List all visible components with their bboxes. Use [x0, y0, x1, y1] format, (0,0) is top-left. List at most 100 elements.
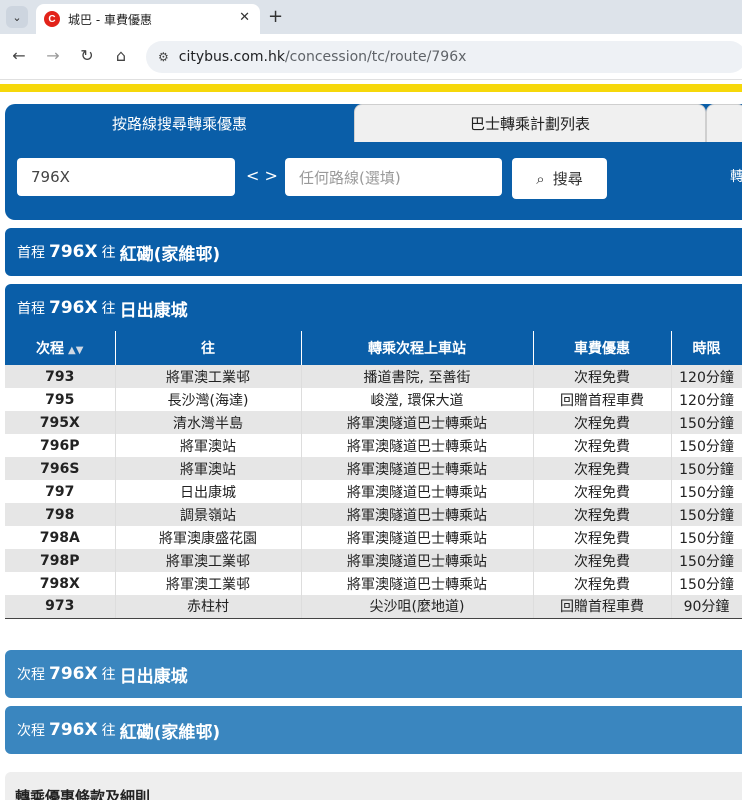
- cell-boarding-stop: 峻瀅, 環保大道: [301, 388, 534, 411]
- section-header-second-leg-hung-hom[interactable]: 次程 796X 往 紅磡(家維邨): [5, 706, 742, 754]
- column-header-to: 往: [115, 331, 302, 365]
- url-text: citybus.com.hk/concession/tc/route/796x: [178, 49, 467, 65]
- browser-toolbar: ← → ↻ ⌂ ⚙ citybus.com.hk/concession/tc/r…: [0, 34, 742, 80]
- cell-destination: 將軍澳站: [115, 457, 302, 480]
- column-header-second-leg[interactable]: 次程 ▲▼: [5, 331, 116, 365]
- cell-route[interactable]: 795X: [5, 411, 116, 434]
- cell-route[interactable]: 796P: [5, 434, 116, 457]
- table-row: 798 調景嶺站 將軍澳隧道巴士轉乘站 次程免費 150分鐘: [5, 503, 742, 526]
- cell-fare-concession: 次程免費: [533, 549, 672, 572]
- browser-tab[interactable]: C 城巴 - 車費優惠 ✕: [36, 4, 260, 34]
- cell-boarding-stop: 將軍澳隧道巴士轉乘站: [301, 480, 534, 503]
- cell-boarding-stop: 尖沙咀(麼地道): [301, 595, 534, 619]
- cell-fare-concession: 回贈首程車費: [533, 388, 672, 411]
- cell-boarding-stop: 播道書院, 至善街: [301, 365, 534, 388]
- reload-icon[interactable]: ↻: [76, 46, 98, 65]
- cell-destination: 將軍澳工業邨: [115, 549, 302, 572]
- cell-fare-concession: 次程免費: [533, 503, 672, 526]
- cell-route[interactable]: 793: [5, 365, 116, 388]
- cell-route[interactable]: 973: [5, 595, 116, 619]
- cell-fare-concession: 次程免費: [533, 434, 672, 457]
- section-header-first-leg-hung-hom[interactable]: 首程 796X 往 紅磡(家維邨): [5, 228, 742, 276]
- tab-search-icon[interactable]: ⌄: [6, 6, 28, 28]
- column-header-time-limit: 時限: [671, 331, 742, 365]
- cell-time-limit: 120分鐘: [671, 388, 742, 411]
- table-row: 795X 清水灣半島 將軍澳隧道巴士轉乘站 次程免費 150分鐘: [5, 411, 742, 434]
- cell-boarding-stop: 將軍澳隧道巴士轉乘站: [301, 549, 534, 572]
- close-icon[interactable]: ✕: [239, 10, 250, 25]
- cell-fare-concession: 次程免費: [533, 526, 672, 549]
- cell-boarding-stop: 將軍澳隧道巴士轉乘站: [301, 457, 534, 480]
- cell-destination: 清水灣半島: [115, 411, 302, 434]
- tab-search-by-route[interactable]: 按路線搜尋轉乘優惠: [5, 104, 354, 142]
- cell-boarding-stop: 將軍澳隧道巴士轉乘站: [301, 572, 534, 595]
- forward-arrow-icon[interactable]: →: [42, 46, 64, 65]
- cell-fare-concession: 次程免費: [533, 457, 672, 480]
- cell-time-limit: 150分鐘: [671, 411, 742, 434]
- cell-destination: 將軍澳工業邨: [115, 365, 302, 388]
- cell-route[interactable]: 797: [5, 480, 116, 503]
- cell-destination: 日出康城: [115, 480, 302, 503]
- cell-route[interactable]: 795: [5, 388, 116, 411]
- column-header-boarding-stop: 轉乘次程上車站: [301, 331, 534, 365]
- table-header-row: 次程 ▲▼ 往 轉乘次程上車站 車費優惠 時限: [5, 331, 742, 365]
- cell-time-limit: 150分鐘: [671, 503, 742, 526]
- cell-boarding-stop: 將軍澳隧道巴士轉乘站: [301, 503, 534, 526]
- cell-fare-concession: 次程免費: [533, 365, 672, 388]
- new-tab-icon[interactable]: +: [268, 6, 283, 27]
- table-row: 793 將軍澳工業邨 播道書院, 至善街 次程免費 120分鐘: [5, 365, 742, 388]
- tab-scheme-list[interactable]: 巴士轉乘計劃列表: [354, 104, 706, 142]
- route-input[interactable]: 796X: [17, 158, 235, 196]
- citybus-favicon-icon: C: [44, 11, 60, 27]
- table-row: 796P 將軍澳站 將軍澳隧道巴士轉乘站 次程免費 150分鐘: [5, 434, 742, 457]
- table-row: 796S 將軍澳站 將軍澳隧道巴士轉乘站 次程免費 150分鐘: [5, 457, 742, 480]
- tab-more[interactable]: [706, 104, 742, 142]
- cell-route[interactable]: 798X: [5, 572, 116, 595]
- search-button[interactable]: ⌕ 搜尋: [512, 158, 607, 199]
- panel-cut-label: 轉: [730, 169, 742, 185]
- cell-time-limit: 150分鐘: [671, 549, 742, 572]
- cell-destination: 長沙灣(海達): [115, 388, 302, 411]
- cell-boarding-stop: 將軍澳隧道巴士轉乘站: [301, 526, 534, 549]
- site-info-icon[interactable]: ⚙: [158, 50, 169, 64]
- cell-destination: 赤柱村: [115, 595, 302, 619]
- cell-fare-concession: 次程免費: [533, 572, 672, 595]
- cell-route[interactable]: 798: [5, 503, 116, 526]
- home-icon[interactable]: ⌂: [110, 46, 132, 65]
- cell-boarding-stop: 將軍澳隧道巴士轉乘站: [301, 434, 534, 457]
- column-header-fare-concession: 車費優惠: [533, 331, 672, 365]
- sort-icon[interactable]: ▲▼: [68, 345, 83, 356]
- back-arrow-icon[interactable]: ←: [8, 46, 30, 65]
- cell-destination: 將軍澳工業邨: [115, 572, 302, 595]
- cell-time-limit: 90分鐘: [671, 595, 742, 619]
- transfer-table: 次程 ▲▼ 往 轉乘次程上車站 車費優惠 時限 793 將軍澳工業邨 播道書院, 至善…: [5, 331, 742, 619]
- cell-boarding-stop: 將軍澳隧道巴士轉乘站: [301, 411, 534, 434]
- search-button-label: 搜尋: [552, 170, 583, 188]
- cell-route[interactable]: 798A: [5, 526, 116, 549]
- cell-destination: 調景嶺站: [115, 503, 302, 526]
- table-row: 795 長沙灣(海達) 峻瀅, 環保大道 回贈首程車費 120分鐘: [5, 388, 742, 411]
- section-header-second-leg-lohas-park[interactable]: 次程 796X 往 日出康城: [5, 650, 742, 698]
- cell-route[interactable]: 796S: [5, 457, 116, 480]
- cell-time-limit: 150分鐘: [671, 434, 742, 457]
- second-route-input[interactable]: 任何路線(選填): [285, 158, 502, 196]
- cell-time-limit: 150分鐘: [671, 457, 742, 480]
- brand-accent-bar: [0, 84, 742, 92]
- table-row: 973 赤柱村 尖沙咀(麼地道) 回贈首程車費 90分鐘: [5, 595, 742, 619]
- cell-fare-concession: 次程免費: [533, 411, 672, 434]
- table-row: 798A 將軍澳康盛花園 將軍澳隧道巴士轉乘站 次程免費 150分鐘: [5, 526, 742, 549]
- cell-time-limit: 150分鐘: [671, 572, 742, 595]
- swap-routes-icon[interactable]: < >: [246, 166, 278, 185]
- cell-fare-concession: 回贈首程車費: [533, 595, 672, 619]
- section-header-first-leg-lohas-park[interactable]: 首程 796X 往 日出康城: [17, 284, 188, 332]
- cell-destination: 將軍澳康盛花園: [115, 526, 302, 549]
- address-bar[interactable]: ⚙ citybus.com.hk/concession/tc/route/796…: [146, 41, 742, 73]
- cell-time-limit: 150分鐘: [671, 480, 742, 503]
- cell-time-limit: 120分鐘: [671, 365, 742, 388]
- cell-fare-concession: 次程免費: [533, 480, 672, 503]
- table-row: 798X 將軍澳工業邨 將軍澳隧道巴士轉乘站 次程免費 150分鐘: [5, 572, 742, 595]
- terms-heading: 轉乘優惠條款及細則: [5, 772, 742, 800]
- cell-route[interactable]: 798P: [5, 549, 116, 572]
- table-row: 797 日出康城 將軍澳隧道巴士轉乘站 次程免費 150分鐘: [5, 480, 742, 503]
- cell-time-limit: 150分鐘: [671, 526, 742, 549]
